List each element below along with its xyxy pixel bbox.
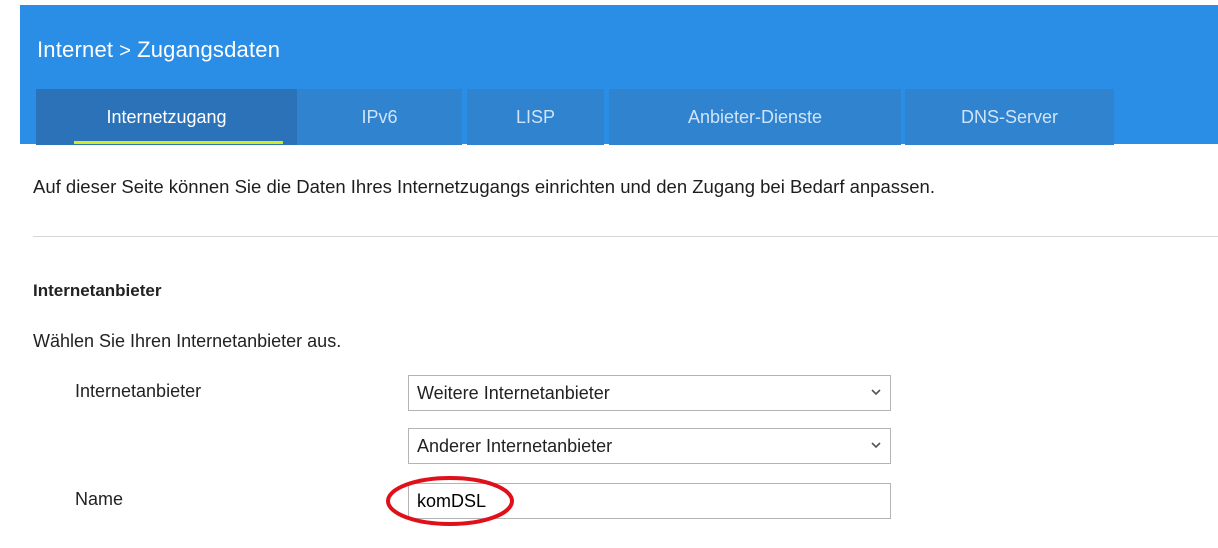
section-title: Internetanbieter xyxy=(33,281,162,300)
provider-label: Internetanbieter xyxy=(75,381,202,401)
section-divider xyxy=(33,236,1218,237)
tab-label: Internetzugang xyxy=(106,106,227,127)
tab-internetzugang[interactable]: Internetzugang xyxy=(36,89,297,145)
tab-label: LISP xyxy=(515,106,556,127)
tab-dns-server[interactable]: DNS-Server xyxy=(905,89,1114,145)
provider-sub-select-value: Anderer Internetanbieter xyxy=(417,435,613,456)
name-input-value: komDSL xyxy=(417,490,487,511)
tab-lisp[interactable]: LISP xyxy=(467,89,604,145)
provider-select[interactable]: Weitere Internetanbieter xyxy=(408,375,891,411)
breadcrumb-section[interactable]: Internet xyxy=(37,37,113,62)
tab-label: DNS-Server xyxy=(960,106,1058,127)
breadcrumb-page: Zugangsdaten xyxy=(137,37,281,62)
page-intro-text: Auf dieser Seite können Sie die Daten Ih… xyxy=(33,176,935,197)
page-header: Internet > Zugangsdaten Internetzugang IPv… xyxy=(20,5,1218,145)
provider-sub-select[interactable]: Anderer Internetanbieter xyxy=(408,428,891,464)
tab-ipv6[interactable]: IPv6 xyxy=(297,89,462,145)
breadcrumb: Internet > Zugangsdaten xyxy=(37,37,280,63)
provider-select-value: Weitere Internetanbieter xyxy=(417,382,610,403)
name-label: Name xyxy=(75,489,124,509)
active-tab-indicator xyxy=(74,141,283,144)
name-input[interactable]: komDSL xyxy=(408,483,891,519)
breadcrumb-separator: > xyxy=(119,40,132,62)
tab-label: Anbieter-Dienste xyxy=(687,106,823,127)
tab-label: IPv6 xyxy=(361,106,398,127)
section-description: Wählen Sie Ihren Internetanbieter aus. xyxy=(33,331,342,351)
chevron-down-icon xyxy=(871,389,881,396)
tab-anbieter-dienste[interactable]: Anbieter-Dienste xyxy=(609,89,901,145)
chevron-down-icon xyxy=(871,442,881,449)
